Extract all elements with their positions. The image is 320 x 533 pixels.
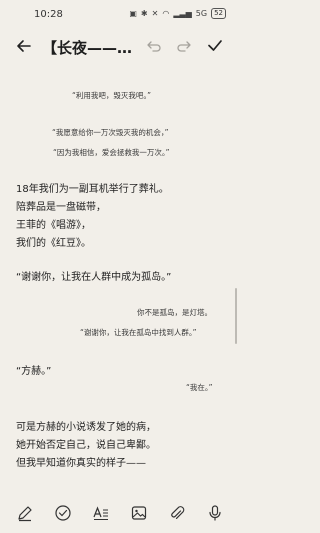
checkmark-icon (208, 40, 222, 51)
bluetooth-icon: ✱ (140, 8, 148, 18)
scrollbar[interactable] (235, 288, 237, 344)
text-line: 你不是孤岛，是灯塔。 (137, 308, 212, 317)
pen-icon (18, 506, 32, 522)
image-icon (131, 506, 147, 520)
arrow-left-icon (17, 40, 31, 52)
wifi-icon: ◠ (162, 8, 170, 18)
mute-icon: ✕ (151, 8, 159, 18)
text-line: “方赫。” (16, 366, 52, 377)
attachment-button[interactable] (168, 504, 186, 522)
text-line: “谢谢你，让我在孤岛中找到人群。” (80, 328, 197, 337)
text-line: 王菲的《唱游》， (16, 220, 91, 231)
network-type-label: 5G (195, 8, 208, 18)
text-line: 她开始否定自己，说自己卑鄙。 (16, 440, 156, 451)
status-bar: 10:28 ▣ ✱ ✕ ◠ ▂▃▅ 5G 52 (0, 0, 240, 26)
text-line: 我们的《红豆》。 (16, 238, 91, 249)
status-icons: ▣ ✱ ✕ ◠ ▂▃▅ 5G 52 (129, 8, 226, 19)
text-line: 陪葬品是一盘磁带， (16, 202, 106, 213)
back-button[interactable] (14, 36, 34, 56)
text-format-button[interactable] (92, 504, 110, 522)
signal-icon: ▂▃▅ (173, 8, 192, 18)
microphone-icon (209, 505, 221, 521)
text-line: 可是方赫的小说诱发了她的病， (16, 422, 156, 433)
text-line: 但我早知道你真实的样子—— (16, 458, 146, 469)
text-line: “因为我相信，爱会拯救我一万次。” (53, 148, 170, 157)
undo-icon (147, 41, 161, 52)
notification-icon: ▣ (129, 8, 137, 18)
voice-input-button[interactable] (206, 504, 224, 522)
text-line: “利用我吧，毁灭我吧。” (72, 91, 152, 100)
redo-button[interactable] (176, 38, 192, 54)
redo-icon (177, 41, 191, 52)
note-title[interactable]: 【长夜——雪... (42, 37, 142, 58)
undo-button[interactable] (146, 38, 162, 54)
text-line: “我在。” (186, 383, 213, 392)
status-time: 10:28 (34, 9, 63, 20)
image-button[interactable] (130, 504, 148, 522)
checklist-button[interactable] (54, 504, 72, 522)
text-line: 18年我们为一副耳机举行了葬礼。 (16, 184, 169, 195)
check-circle-icon (55, 505, 71, 521)
pen-button[interactable] (16, 504, 34, 522)
text-line: “我愿意给你一万次毁灭我的机会，” (52, 128, 169, 137)
title-bar: 【长夜——雪... (0, 32, 240, 60)
battery-indicator: 52 (211, 8, 226, 19)
bottom-toolbar (0, 494, 240, 530)
attachment-icon (171, 506, 185, 519)
note-body[interactable]: “利用我吧，毁灭我吧。” “我愿意给你一万次毁灭我的机会，” “因为我相信，爱会… (0, 60, 240, 490)
text-format-icon (93, 506, 108, 521)
text-line: “谢谢你，让我在人群中成为孤岛。” (16, 272, 172, 283)
confirm-button[interactable] (206, 36, 224, 54)
